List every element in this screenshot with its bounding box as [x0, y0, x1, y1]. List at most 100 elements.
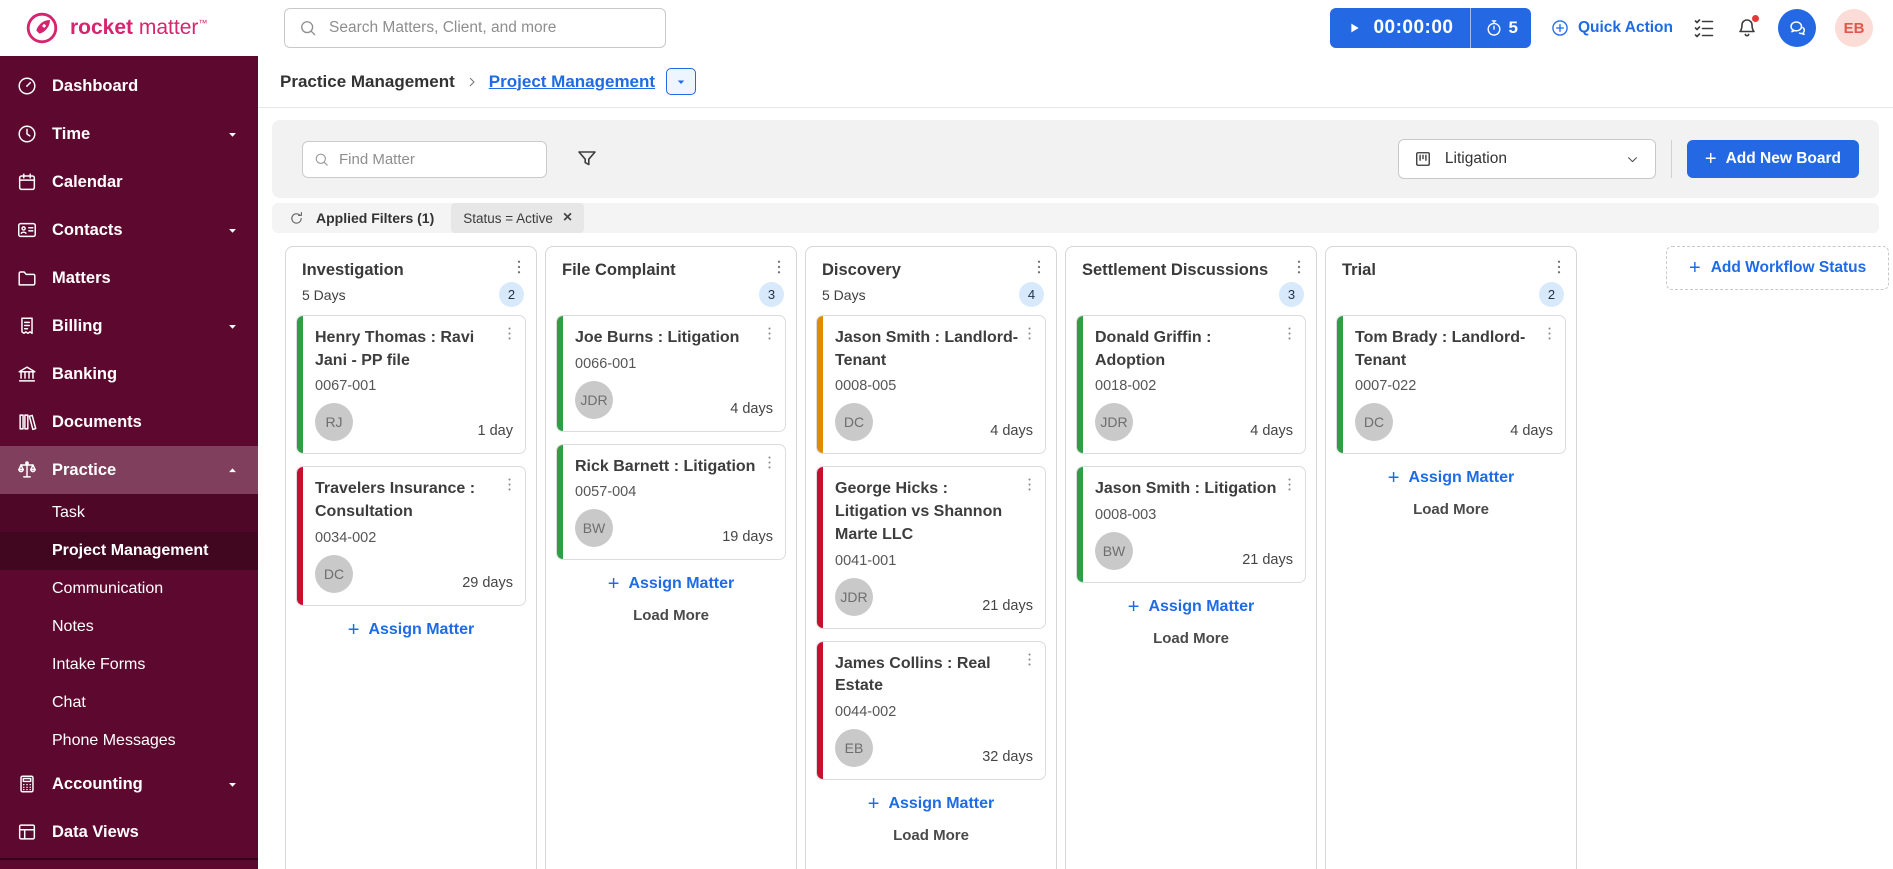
load-more-button[interactable]: Load More: [1326, 501, 1576, 518]
kebab-menu-icon[interactable]: [501, 476, 518, 493]
assign-matter-row: + Assign Matter: [286, 620, 536, 641]
board-switcher-button[interactable]: [666, 68, 696, 95]
matter-title: Joe Burns : Litigation: [575, 327, 773, 350]
add-new-board-button[interactable]: + Add New Board: [1687, 140, 1859, 178]
caret-down-icon: [225, 127, 240, 142]
scales-icon: [16, 459, 38, 481]
kebab-menu-icon[interactable]: [761, 325, 778, 342]
calendar-icon: [16, 171, 38, 193]
matter-age: 21 days: [1242, 552, 1293, 570]
column-title: File Complaint: [562, 258, 676, 280]
kebab-menu-icon[interactable]: [1281, 325, 1298, 342]
filter-funnel-icon[interactable]: [575, 147, 599, 171]
kebab-menu-icon[interactable]: [1550, 258, 1568, 276]
plus-icon: +: [608, 574, 620, 594]
sidebar-item-contacts[interactable]: Contacts: [0, 206, 258, 254]
breadcrumb-current[interactable]: Project Management: [489, 72, 655, 92]
kebab-menu-icon[interactable]: [1021, 651, 1038, 668]
card-footer: JDR 4 days: [1095, 403, 1293, 441]
sidebar-item-label: Matters: [52, 269, 111, 288]
kebab-menu-icon[interactable]: [1281, 476, 1298, 493]
board-select[interactable]: Litigation: [1398, 139, 1656, 179]
add-workflow-status-button[interactable]: + Add Workflow Status: [1666, 246, 1889, 290]
tasks-checklist-icon[interactable]: [1692, 16, 1716, 40]
sidebar-item-dashboard[interactable]: Dashboard: [0, 62, 258, 110]
sidebar-item-billing[interactable]: Billing: [0, 302, 258, 350]
sidebar-subitem-intake-forms[interactable]: Intake Forms: [0, 646, 258, 684]
matter-card[interactable]: Jason Smith : Landlord-Tenant 0008-005 D…: [816, 315, 1046, 454]
matter-card[interactable]: George Hicks : Litigation vs Shannon Mar…: [816, 466, 1046, 628]
assign-matter-button[interactable]: + Assign Matter: [608, 574, 734, 594]
matter-age: 29 days: [462, 575, 513, 593]
load-more-button[interactable]: Load More: [806, 827, 1056, 844]
rocket-matter-logo[interactable]: rocket matter™: [0, 10, 258, 46]
sidebar-item-calendar[interactable]: Calendar: [0, 158, 258, 206]
sidebar-subitem-communication[interactable]: Communication: [0, 570, 258, 608]
matter-number: 0067-001: [315, 378, 513, 394]
column-header: Trial: [1326, 247, 1576, 280]
assign-matter-label: Assign Matter: [1148, 598, 1254, 616]
refresh-icon[interactable]: [288, 210, 305, 227]
kebab-menu-icon[interactable]: [501, 325, 518, 342]
caret-down-icon: [225, 777, 240, 792]
kebab-menu-icon[interactable]: [1541, 325, 1558, 342]
close-icon[interactable]: ×: [563, 209, 572, 227]
sidebar-item-time[interactable]: Time: [0, 110, 258, 158]
matter-card[interactable]: Travelers Insurance : Consultation 0034-…: [296, 466, 526, 605]
sidebar-item-label: Dashboard: [52, 77, 138, 96]
sidebar-subitem-project-management[interactable]: Project Management: [0, 532, 258, 570]
sidebar-item-practice[interactable]: Practice: [0, 446, 258, 494]
column-header: Discovery: [806, 247, 1056, 280]
kebab-menu-icon[interactable]: [1290, 258, 1308, 276]
load-more-button[interactable]: Load More: [546, 607, 796, 624]
sidebar-item-label: Banking: [52, 365, 117, 384]
matter-card[interactable]: Henry Thomas : Ravi Jani - PP file 0067-…: [296, 315, 526, 454]
kebab-menu-icon[interactable]: [510, 258, 528, 276]
sidebar-item-banking[interactable]: Banking: [0, 350, 258, 398]
chevron-right-icon: [464, 74, 480, 90]
assignee-avatar: BW: [1095, 532, 1133, 570]
matter-card[interactable]: Tom Brady : Landlord-Tenant 0007-022 DC …: [1336, 315, 1566, 454]
chat-icon[interactable]: [1778, 9, 1816, 47]
notifications-bell-icon[interactable]: [1735, 16, 1759, 40]
assign-matter-button[interactable]: + Assign Matter: [1128, 597, 1254, 617]
timer-start-button[interactable]: 00:00:00: [1330, 8, 1469, 48]
matter-card[interactable]: Joe Burns : Litigation 0066-001 JDR 4 da…: [556, 315, 786, 432]
user-avatar[interactable]: EB: [1835, 9, 1873, 47]
sidebar-item-matters[interactable]: Matters: [0, 254, 258, 302]
sidebar-subitem-task[interactable]: Task: [0, 494, 258, 532]
sidebar-item-accounting[interactable]: Accounting: [0, 760, 258, 808]
matter-card[interactable]: James Collins : Real Estate 0044-002 EB …: [816, 641, 1046, 780]
matter-card[interactable]: Rick Barnett : Litigation 0057-004 BW 19…: [556, 444, 786, 561]
load-more-button[interactable]: Load More: [1066, 630, 1316, 647]
assignee-avatar: RJ: [315, 403, 353, 441]
filter-chip[interactable]: Status = Active ×: [451, 203, 584, 233]
kebab-menu-icon[interactable]: [770, 258, 788, 276]
kebab-menu-icon[interactable]: [1030, 258, 1048, 276]
assign-matter-button[interactable]: + Assign Matter: [1388, 468, 1514, 488]
kebab-menu-icon[interactable]: [1021, 476, 1038, 493]
kebab-menu-icon[interactable]: [1021, 325, 1038, 342]
assign-matter-button[interactable]: + Assign Matter: [868, 794, 994, 814]
sidebar-item-documents[interactable]: Documents: [0, 398, 258, 446]
sidebar-subitem-notes[interactable]: Notes: [0, 608, 258, 646]
timer-count-button[interactable]: 5: [1470, 8, 1531, 48]
receipt-icon: [16, 315, 38, 337]
global-search-input[interactable]: [284, 8, 666, 48]
sidebar-subitem-chat[interactable]: Chat: [0, 684, 258, 722]
applied-filters-bar: Applied Filters (1) Status = Active ×: [272, 203, 1879, 233]
sidebar-item-label: Data Views: [52, 823, 139, 842]
sidebar-item-data-views[interactable]: Data Views: [0, 808, 258, 856]
assign-matter-button[interactable]: + Assign Matter: [348, 620, 474, 640]
sidebar-subitem-phone-messages[interactable]: Phone Messages: [0, 722, 258, 760]
stopwatch-icon: [1484, 18, 1504, 38]
caret-up-icon: [225, 463, 240, 478]
matter-card[interactable]: Donald Griffin : Adoption 0018-002 JDR 4…: [1076, 315, 1306, 454]
matter-card[interactable]: Jason Smith : Litigation 0008-003 BW 21 …: [1076, 466, 1306, 583]
find-matter-input[interactable]: [302, 141, 547, 178]
kebab-menu-icon[interactable]: [761, 454, 778, 471]
breadcrumb-parent[interactable]: Practice Management: [280, 72, 455, 92]
quick-action-button[interactable]: Quick Action: [1550, 18, 1673, 38]
brand-name: rocket matter™: [70, 16, 207, 40]
column-count-badge: 2: [1539, 282, 1564, 307]
